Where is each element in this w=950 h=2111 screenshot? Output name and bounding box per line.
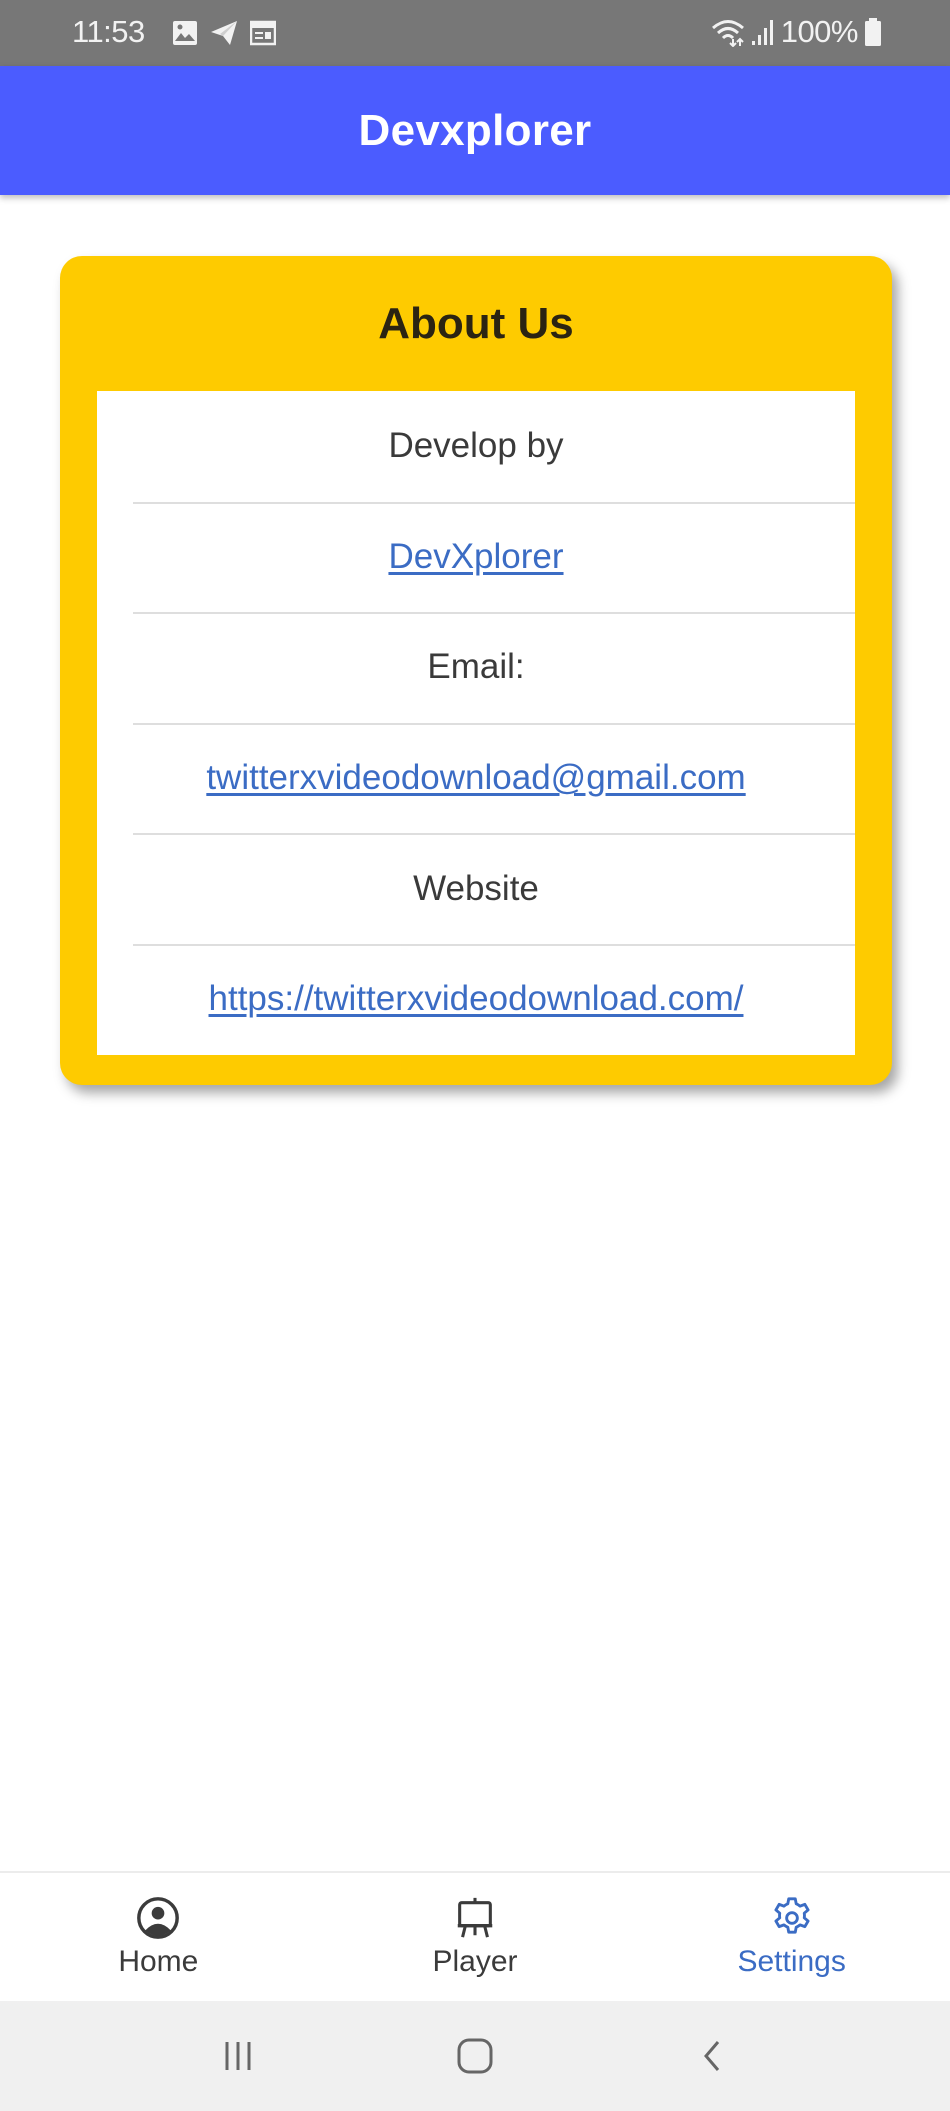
recent-apps-button[interactable]: [198, 2016, 278, 2096]
easel-icon: [457, 1897, 493, 1938]
gallery-icon: [173, 21, 197, 45]
battery-percent: 100%: [780, 14, 859, 49]
system-nav-bar: [0, 2001, 950, 2111]
nav-item-settings[interactable]: Settings: [633, 1873, 950, 2001]
nav-label-settings: Settings: [737, 1945, 846, 1978]
calendar-icon: [250, 20, 276, 46]
nav-item-home[interactable]: Home: [0, 1873, 317, 2001]
develop-by-label: Develop by: [388, 426, 564, 466]
telegram-icon: [211, 21, 237, 45]
home-circle-icon: [457, 2038, 493, 2074]
info-row-developer-link[interactable]: DevXplorer: [97, 501, 855, 613]
about-us-card: About Us Develop by DevXplorer Email: tw…: [60, 256, 892, 1085]
bottom-nav: Home Player Settings: [0, 1871, 950, 2001]
info-row-website-label: Website: [97, 833, 855, 944]
about-us-title: About Us: [378, 298, 574, 348]
nav-item-player[interactable]: Player: [317, 1873, 634, 2001]
app-bar: Devxplorer: [0, 66, 950, 195]
back-button[interactable]: [672, 2016, 752, 2096]
status-bar: 11:53 100%: [0, 0, 950, 66]
developer-link[interactable]: DevXplorer: [388, 537, 563, 577]
signal-icon: [751, 20, 773, 45]
home-button[interactable]: [435, 2016, 515, 2096]
status-notification-icons: [172, 20, 276, 46]
gear-icon: [774, 1897, 810, 1934]
recent-apps-icon: [225, 2042, 251, 2070]
info-row-email-label: Email:: [97, 612, 855, 723]
back-chevron-icon: [703, 2041, 719, 2071]
account-circle-icon: [137, 1897, 180, 1939]
website-label: Website: [413, 868, 539, 908]
status-time: 11:53: [72, 14, 145, 49]
app-title: Devxplorer: [358, 105, 592, 155]
info-row-email-link[interactable]: twitterxvideodownload@gmail.com: [97, 722, 855, 834]
email-link[interactable]: twitterxvideodownload@gmail.com: [206, 758, 745, 798]
info-row-develop-by-label: Develop by: [97, 391, 855, 502]
battery-icon: [865, 18, 881, 46]
website-link[interactable]: https://twitterxvideodownload.com/: [209, 979, 744, 1019]
info-row-website-link[interactable]: https://twitterxvideodownload.com/: [97, 943, 855, 1055]
about-info-panel: Develop by DevXplorer Email: twitterxvid…: [97, 391, 855, 1055]
status-system-icons: 100%: [711, 14, 882, 50]
nav-label-player: Player: [432, 1945, 518, 1978]
email-label: Email:: [427, 647, 525, 687]
wifi-icon: [711, 20, 744, 47]
nav-label-home: Home: [118, 1945, 199, 1978]
